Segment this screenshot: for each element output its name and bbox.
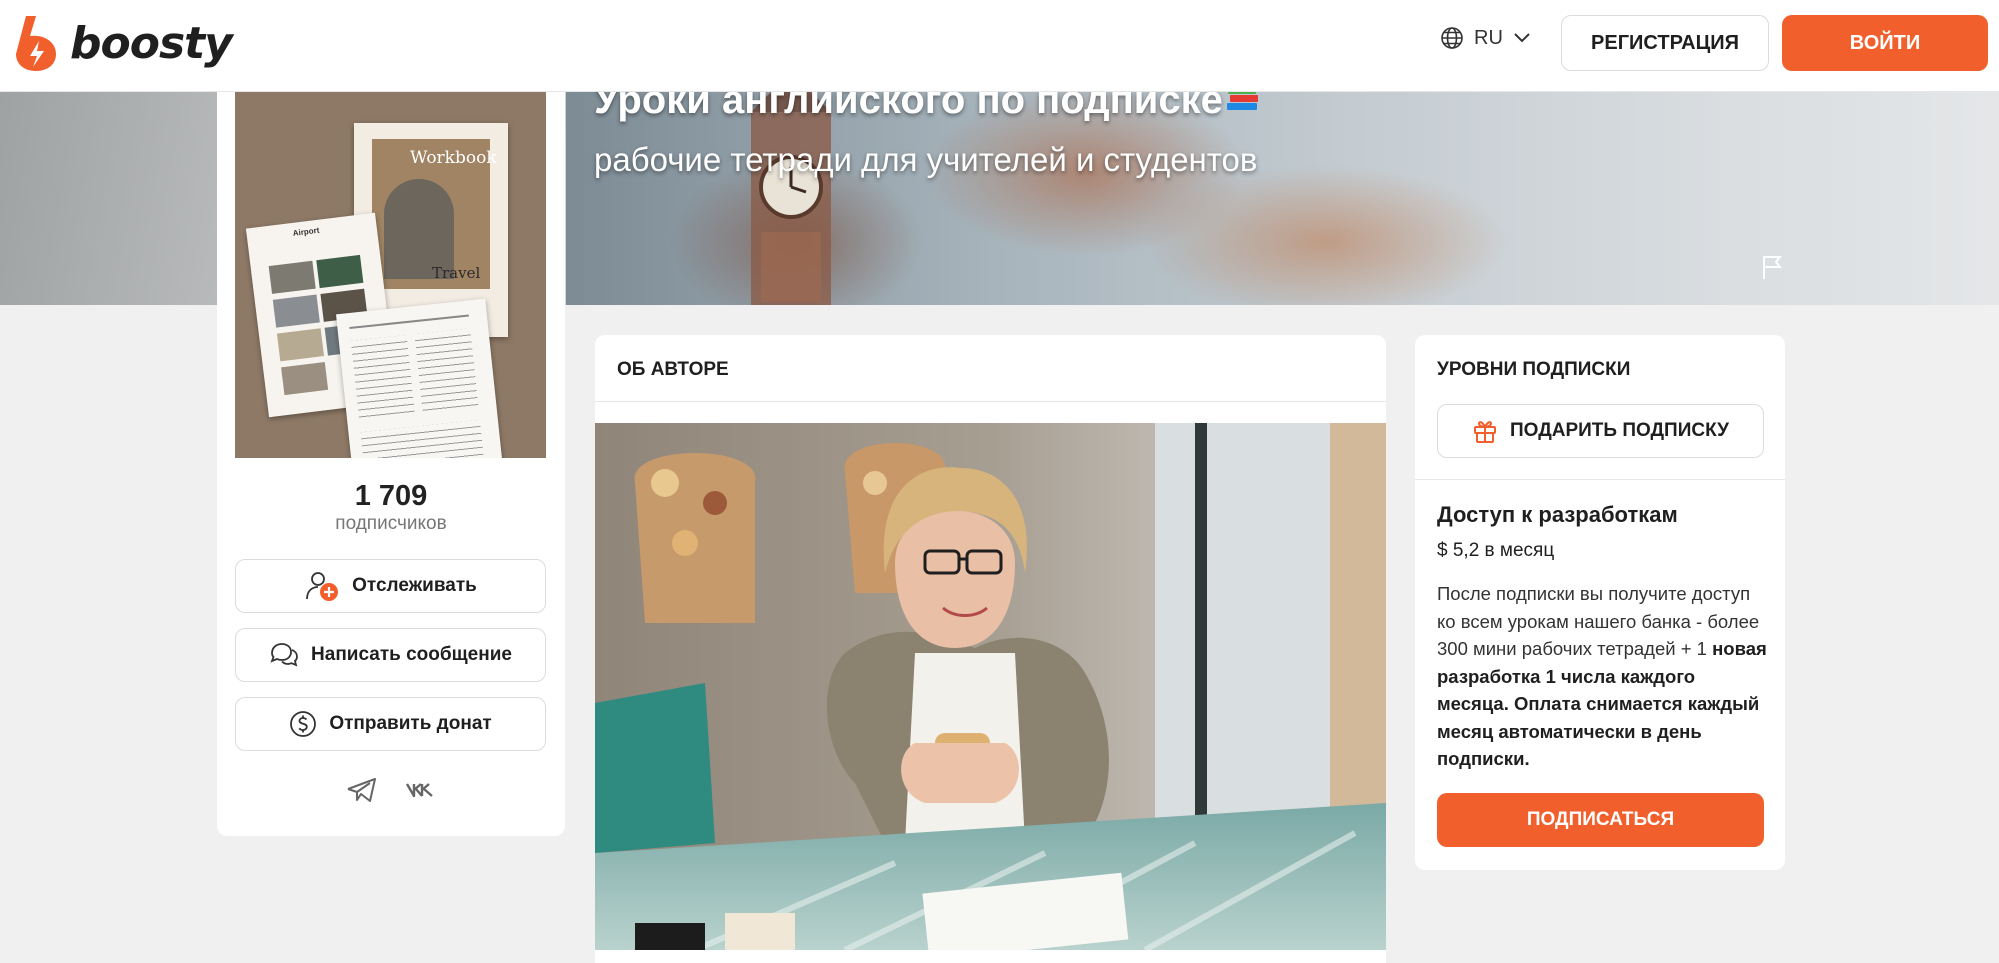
divider (1415, 479, 1785, 480)
dollar-coin-icon (290, 711, 317, 737)
send-donation-label: Отправить донат (329, 713, 492, 734)
subscribers-label: подписчиков (335, 513, 447, 534)
chevron-down-icon (1514, 33, 1530, 43)
follow-user-icon (306, 572, 339, 601)
avatar-workbook-text: Workbook (410, 148, 497, 168)
chat-icon (270, 643, 298, 667)
subscribe-button[interactable]: ПОДПИСАТЬСЯ (1437, 793, 1764, 847)
follow-label: Отслеживать (352, 575, 477, 596)
divider (595, 401, 1386, 402)
telegram-icon[interactable] (346, 776, 378, 809)
subscribers-count: 1 709 (354, 480, 428, 512)
profile-card: Workbook Travel Airport 1 709 подписчико… (217, 92, 565, 836)
follow-button[interactable]: Отслеживать (235, 559, 546, 613)
login-button[interactable]: ВОЙТИ (1782, 15, 1988, 71)
about-author-card: ОБ АВТОРЕ (595, 335, 1386, 963)
author-photo-image (595, 423, 1386, 950)
language-selector[interactable]: RU (1440, 26, 1531, 50)
page-subtitle: рабочие тетради для учителей и студентов (594, 141, 1258, 178)
author-photo (595, 423, 1386, 950)
boosty-logo[interactable]: boosty (12, 14, 233, 72)
register-button[interactable]: РЕГИСТРАЦИЯ (1561, 15, 1769, 71)
boosty-logo-icon (16, 16, 56, 71)
send-donation-button[interactable]: Отправить донат (235, 697, 546, 751)
tier-price: $ 5,2 в месяц (1437, 540, 1555, 561)
gift-subscription-button[interactable]: ПОДАРИТЬ ПОДПИСКУ (1437, 404, 1764, 458)
globe-icon (1441, 27, 1463, 49)
subscription-tiers-heading: УРОВНИ ПОДПИСКИ (1437, 359, 1631, 380)
social-links (217, 776, 565, 809)
tier-description-plain: После подписки вы получите доступ ко все… (1437, 583, 1760, 659)
tier-description: После подписки вы получите доступ ко все… (1437, 580, 1767, 773)
subscription-tiers-card: УРОВНИ ПОДПИСКИ ПОДАРИТЬ ПОДПИСКУ Доступ… (1415, 335, 1785, 870)
logo-text: boosty (70, 17, 233, 69)
send-message-button[interactable]: Написать сообщение (235, 628, 546, 682)
top-header: boosty RU РЕГИСТРАЦИЯ ВОЙТИ (0, 0, 1999, 92)
tier-title: Доступ к разработкам (1437, 502, 1678, 527)
vk-icon[interactable] (404, 776, 436, 809)
avatar-travel-text: Travel (432, 264, 481, 282)
send-message-label: Написать сообщение (311, 644, 512, 665)
big-ben-illustration (751, 92, 831, 305)
gift-icon (1474, 421, 1497, 443)
about-author-heading: ОБ АВТОРЕ (617, 359, 729, 380)
language-code: RU (1474, 26, 1503, 49)
report-flag-icon[interactable] (1761, 254, 1783, 280)
cover-image (566, 92, 1999, 305)
avatar-airport-text: Airport (292, 225, 320, 238)
avatar-worksheet-2 (336, 298, 504, 458)
avatar: Workbook Travel Airport (235, 92, 546, 458)
gift-subscription-label: ПОДАРИТЬ ПОДПИСКУ (1510, 420, 1729, 441)
